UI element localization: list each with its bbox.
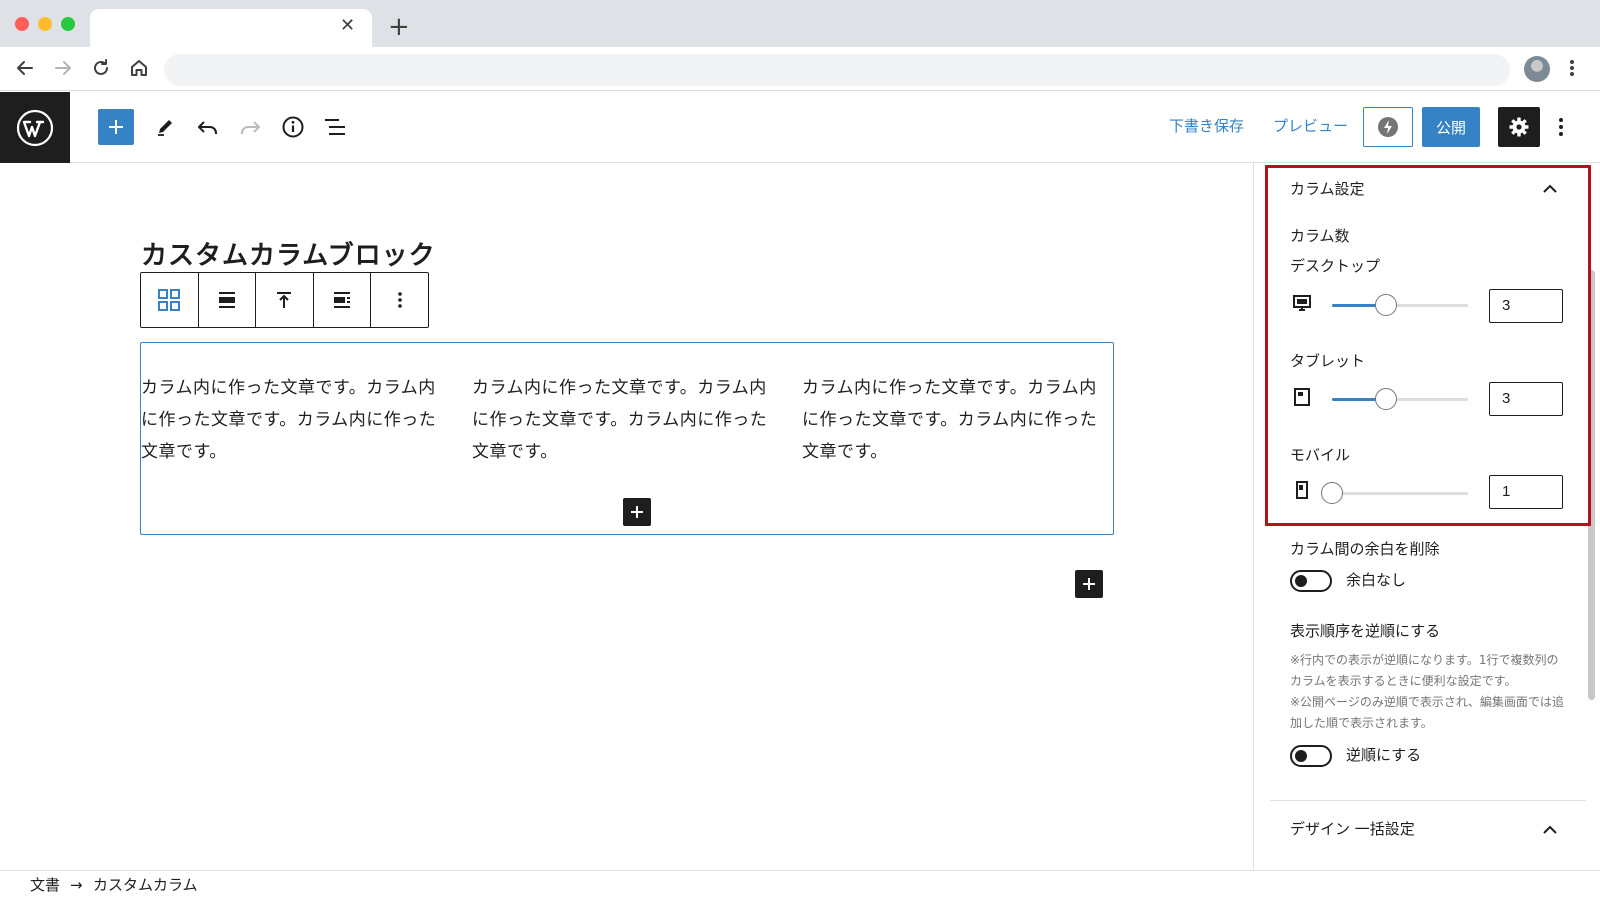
tab-close-icon[interactable]: ✕ — [340, 16, 355, 36]
chevron-up-icon[interactable] — [1542, 825, 1558, 835]
editor-header: 下書き保存 プレビュー 公開 — [0, 92, 1600, 163]
list-view-icon[interactable] — [317, 109, 353, 145]
info-icon[interactable] — [275, 109, 311, 145]
breadcrumb-current[interactable]: カスタムカラム — [93, 875, 198, 895]
add-block-in-columns-button[interactable] — [623, 498, 651, 526]
reverse-order-toggle[interactable] — [1290, 745, 1332, 767]
columns-block[interactable]: カラム内に作った文章です。カラム内に作った文章です。カラム内に作った文章です。 … — [140, 342, 1114, 535]
add-block-button-bottom[interactable] — [1075, 570, 1103, 598]
home-icon[interactable] — [126, 55, 152, 81]
browser-tab-bar: ✕ + — [0, 0, 1600, 47]
plus-icon — [631, 506, 643, 518]
post-title[interactable]: カスタムカラムブロック — [141, 236, 436, 276]
sidebar-divider — [1270, 800, 1586, 801]
address-bar[interactable] — [164, 54, 1510, 86]
browser-menu-icon[interactable] — [1566, 55, 1578, 81]
column-3-text[interactable]: カラム内に作った文章です。カラム内に作った文章です。カラム内に作った文章です。 — [802, 372, 1107, 468]
column-2-text[interactable]: カラム内に作った文章です。カラム内に作った文章です。カラム内に作った文章です。 — [472, 372, 777, 468]
preview-button[interactable]: プレビュー — [1273, 116, 1348, 136]
back-arrow-icon[interactable] — [12, 55, 38, 81]
plus-icon — [1083, 578, 1095, 590]
lightning-icon — [1378, 117, 1398, 137]
reload-icon[interactable] — [88, 55, 114, 81]
save-draft-button[interactable]: 下書き保存 — [1169, 116, 1244, 136]
new-tab-icon[interactable]: + — [388, 13, 410, 41]
profile-avatar[interactable] — [1524, 56, 1550, 82]
gear-icon — [1509, 117, 1529, 137]
columns-block-icon[interactable] — [141, 273, 199, 327]
reverse-note-2: ※公開ページのみ逆順で表示され、編集画面では追加した順で表示されます。 — [1290, 695, 1564, 730]
highlight-box — [1265, 165, 1591, 526]
undo-icon[interactable] — [190, 109, 226, 145]
breadcrumb-arrow-icon: → — [70, 876, 83, 894]
add-block-button[interactable] — [98, 109, 134, 145]
edit-pencil-icon[interactable] — [147, 109, 183, 145]
reverse-order-toggle-label: 逆順にする — [1346, 746, 1422, 764]
browser-toolbar — [0, 47, 1600, 91]
settings-button[interactable] — [1498, 107, 1540, 147]
lightning-button[interactable] — [1363, 107, 1413, 147]
options-menu-icon[interactable] — [1555, 112, 1567, 142]
remove-gap-toggle[interactable] — [1290, 570, 1332, 592]
wordpress-logo-icon[interactable] — [0, 92, 70, 163]
content-width-icon[interactable] — [314, 273, 372, 327]
breadcrumb-document[interactable]: 文書 — [30, 875, 60, 895]
align-top-icon[interactable] — [256, 273, 314, 327]
block-toolbar — [140, 272, 429, 328]
reverse-note-1: ※行内での表示が逆順になります。1行で複数列のカラムを表示するときに便利な設定で… — [1290, 653, 1559, 688]
remove-gap-toggle-label: 余白なし — [1346, 571, 1407, 589]
column-1-text[interactable]: カラム内に作った文章です。カラム内に作った文章です。カラム内に作った文章です。 — [141, 372, 446, 468]
browser-tab[interactable] — [90, 9, 372, 47]
window-maximize-icon[interactable] — [61, 17, 75, 31]
breadcrumb: 文書 → カスタムカラム — [0, 870, 1600, 899]
window-close-icon[interactable] — [15, 17, 29, 31]
block-options-icon[interactable] — [371, 273, 428, 327]
remove-gap-title: カラム間の余白を削除 — [1290, 540, 1440, 558]
window-minimize-icon[interactable] — [38, 17, 52, 31]
reverse-order-title: 表示順序を逆順にする — [1290, 622, 1441, 640]
align-wide-icon[interactable] — [199, 273, 257, 327]
publish-button[interactable]: 公開 — [1422, 107, 1480, 147]
design-settings-panel-title[interactable]: デザイン 一括設定 — [1290, 819, 1415, 839]
redo-icon[interactable] — [232, 109, 268, 145]
forward-arrow-icon[interactable] — [50, 55, 76, 81]
